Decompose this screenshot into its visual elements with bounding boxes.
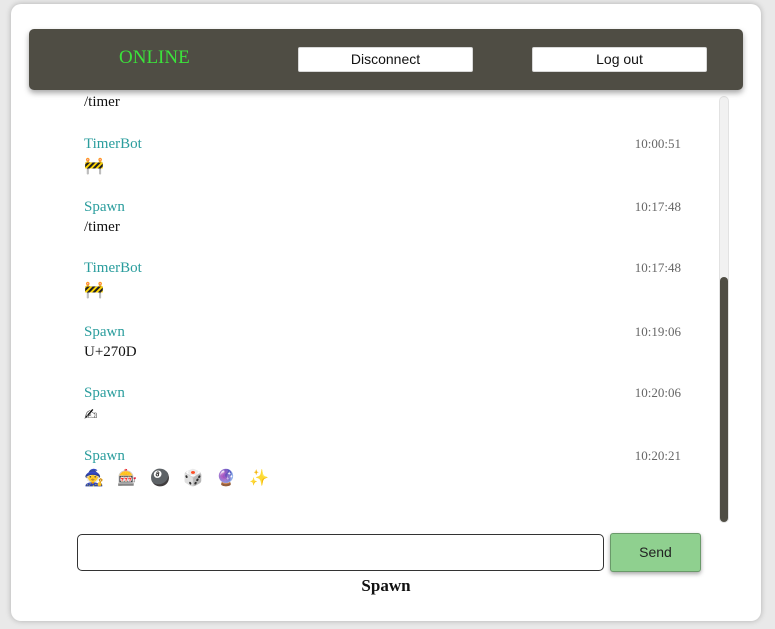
chat-window: ONLINE Disconnect Log out /timer TimerBo… [11,4,761,621]
scrollbar-thumb[interactable] [720,277,728,522]
message-author: TimerBot [84,136,142,152]
message-time: 10:20:21 [634,448,681,463]
logout-button[interactable]: Log out [532,47,707,72]
connection-status: ONLINE [119,47,190,68]
message-list[interactable]: TimerBot 10:00:51 🚧 Spawn 10:17:48 /time… [71,84,691,524]
message-author: Spawn [84,199,125,215]
message-input[interactable] [77,534,604,571]
message-author: Spawn [84,385,125,401]
message-text: U+270D [84,344,137,360]
message-item: Spawn 10:17:48 /timer [84,199,681,249]
message-text: /timer [84,219,120,235]
message-item: TimerBot 10:00:51 🚧 [84,136,681,186]
current-username: Spawn [361,576,411,595]
emoji-sequence: 🧙 🎰 🎱 🎲 🔮 ✨ [84,468,273,487]
message-author: TimerBot [84,260,142,276]
message-item: Spawn 10:20:06 ✍ [84,385,681,435]
message-author: Spawn [84,448,125,464]
message-author: Spawn [84,324,125,340]
header-bar: ONLINE Disconnect Log out [29,29,743,90]
message-item: TimerBot 10:17:48 🚧 [84,260,681,310]
message-item: Spawn 10:20:21 🧙 🎰 🎱 🎲 🔮 ✨ [84,448,681,498]
message-scrollbar[interactable] [719,96,729,523]
message-time: 10:20:06 [634,385,681,400]
construction-emoji: 🚧 [84,156,108,175]
message-item: Spawn 10:19:06 U+270D [84,324,681,374]
message-time: 10:17:48 [634,260,681,275]
message-time: 10:17:48 [634,199,681,214]
message-time: 10:19:06 [634,324,681,339]
construction-emoji: 🚧 [84,280,108,299]
writing-hand-emoji: ✍ [84,405,102,424]
send-button[interactable]: Send [610,533,701,572]
disconnect-button[interactable]: Disconnect [298,47,473,72]
message-time: 10:00:51 [634,136,681,151]
